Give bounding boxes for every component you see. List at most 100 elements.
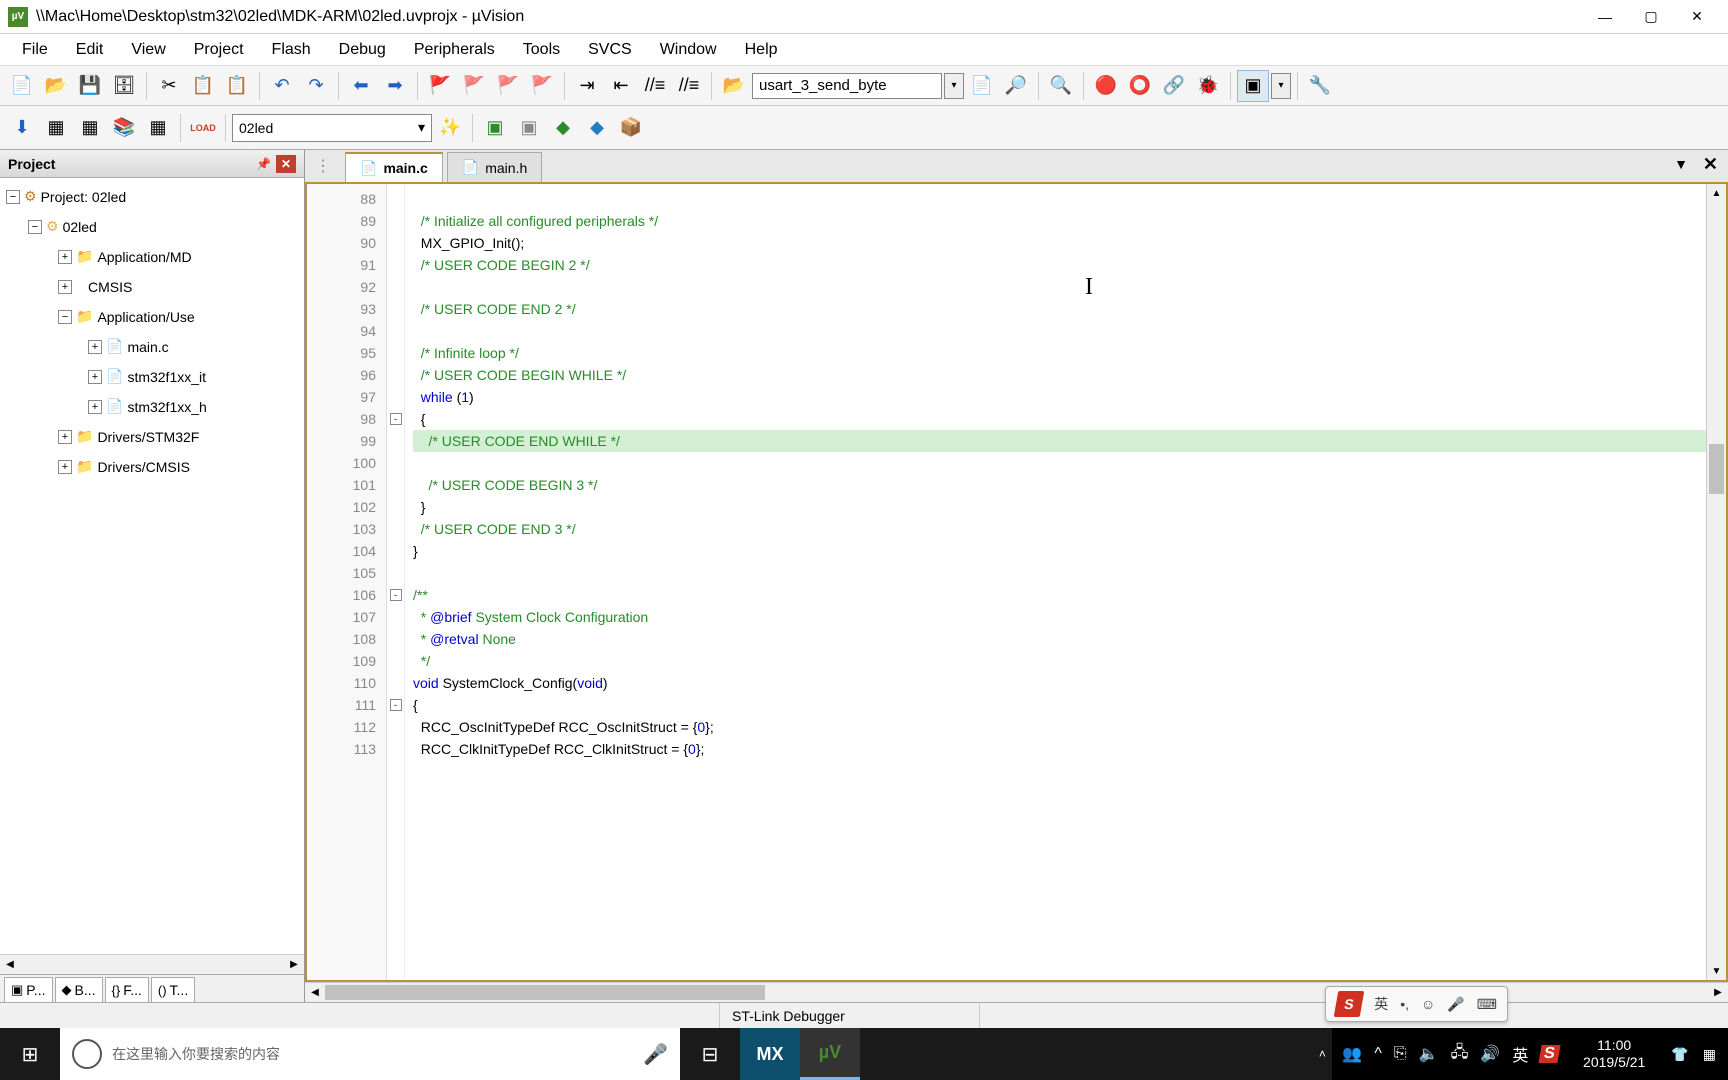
books-button[interactable] [615, 112, 647, 144]
code-editor[interactable]: 8889909192939495969798991001011021031041… [305, 184, 1728, 982]
tree-hscroll[interactable]: ◀ ▶ [0, 954, 304, 974]
breakpoint-disable-button[interactable] [1158, 70, 1190, 102]
start-button[interactable]: ⊞ [0, 1028, 60, 1080]
tray-network-icon[interactable]: 🖧 [1451, 1041, 1469, 1068]
tray-overflow-icon[interactable]: ˄ [1312, 1047, 1332, 1061]
download-button[interactable] [187, 112, 219, 144]
menu-edit[interactable]: Edit [62, 37, 118, 63]
scroll-up-icon[interactable]: ▲ [1707, 184, 1726, 202]
scroll-right-icon[interactable]: ▶ [284, 955, 304, 974]
mic-icon[interactable]: 🎤 [643, 1042, 668, 1067]
open-file-button[interactable] [40, 70, 72, 102]
menu-peripherals[interactable]: Peripherals [400, 37, 509, 63]
find-next-button[interactable]: 📄 [966, 70, 998, 102]
breakpoint-kill-button[interactable] [1192, 70, 1224, 102]
save-all-button[interactable] [108, 70, 140, 102]
menu-flash[interactable]: Flash [258, 37, 325, 63]
tree-file-stm32f1xx_h[interactable]: +📄stm32f1xx_h [0, 392, 304, 422]
indent-button[interactable] [571, 70, 603, 102]
fold-gutter[interactable]: --- [387, 184, 405, 980]
tray-battery-icon[interactable]: 🔈 [1419, 1044, 1439, 1064]
window-layout-button[interactable] [1237, 70, 1269, 102]
system-tray[interactable]: 👥 ^ ⎘ 🔈 🖧 🔊 英 S [1332, 1041, 1569, 1068]
bookmark-next-button[interactable] [492, 70, 524, 102]
cut-button[interactable] [153, 70, 185, 102]
nav-back-button[interactable] [345, 70, 377, 102]
menu-file[interactable]: File [8, 37, 62, 63]
comment-button[interactable]: //≡ [639, 70, 671, 102]
stop-build-button[interactable]: ▦ [142, 112, 174, 144]
tray-chevron-icon[interactable]: ^ [1374, 1045, 1382, 1063]
panel-tab-1[interactable]: ◆B... [55, 977, 103, 1002]
scroll-left-icon[interactable]: ◀ [305, 983, 325, 1002]
breakpoint-insert-button[interactable] [1090, 70, 1122, 102]
ime-lang[interactable]: 英 [1374, 994, 1388, 1014]
task-view-button[interactable]: ⊟ [680, 1042, 740, 1067]
find-dropdown[interactable]: ▾ [944, 73, 964, 99]
ime-punct[interactable]: •, [1400, 996, 1409, 1012]
scroll-left-icon[interactable]: ◀ [0, 955, 20, 974]
undo-button[interactable] [266, 70, 298, 102]
tree-group-2[interactable]: −📁Application/Use [0, 302, 304, 332]
ime-emoji-icon[interactable]: ☺ [1421, 996, 1435, 1012]
find-in-files-button[interactable] [718, 70, 750, 102]
uncomment-button[interactable]: //≡ [673, 70, 705, 102]
project-tree[interactable]: −⚙Project: 02led−⚙02led+📁Application/MD+… [0, 178, 304, 954]
rebuild-button[interactable]: ▦ [74, 112, 106, 144]
tray-ime-lang[interactable]: 英 [1512, 1042, 1528, 1066]
pack-installer-button[interactable] [547, 112, 579, 144]
breakpoint-enable-button[interactable] [1124, 70, 1156, 102]
options-button[interactable] [434, 112, 466, 144]
tree-group-1[interactable]: +CMSIS [0, 272, 304, 302]
tray-sync-icon[interactable]: ⎘ [1394, 1045, 1407, 1063]
tray-people-icon[interactable]: 👥 [1342, 1044, 1362, 1064]
menu-debug[interactable]: Debug [325, 37, 400, 63]
save-button[interactable] [74, 70, 106, 102]
redo-button[interactable] [300, 70, 332, 102]
tree-file-stm32f1xx_it[interactable]: +📄stm32f1xx_it [0, 362, 304, 392]
target-select[interactable]: 02led ▾ [232, 114, 432, 142]
layout-dropdown[interactable]: ▾ [1271, 73, 1291, 99]
minimize-button[interactable]: — [1582, 2, 1628, 32]
side-icon-1[interactable]: 👕 [1671, 1046, 1688, 1063]
ime-mic-icon[interactable]: 🎤 [1447, 996, 1464, 1013]
menu-help[interactable]: Help [731, 37, 792, 63]
taskbar-app-uvision[interactable]: µV [800, 1028, 860, 1080]
ime-keyboard-icon[interactable]: ⌨ [1477, 996, 1497, 1013]
tree-group-4[interactable]: +📁Drivers/CMSIS [0, 452, 304, 482]
tree-group-0[interactable]: +📁Application/MD [0, 242, 304, 272]
menu-window[interactable]: Window [646, 37, 731, 63]
nav-forward-button[interactable] [379, 70, 411, 102]
tree-group-3[interactable]: +📁Drivers/STM32F [0, 422, 304, 452]
panel-tab-3[interactable]: ()T... [151, 977, 195, 1002]
scroll-down-icon[interactable]: ▼ [1707, 962, 1726, 980]
taskbar-app-mx[interactable]: MX [740, 1028, 800, 1080]
pin-icon[interactable]: 📌 [256, 157, 272, 171]
manage-components-button[interactable] [581, 112, 613, 144]
tree-project-root[interactable]: −⚙Project: 02led [0, 182, 304, 212]
horizontal-scrollbar[interactable]: ◀ ▶ [305, 982, 1728, 1002]
menu-project[interactable]: Project [180, 37, 258, 63]
bookmark-prev-button[interactable] [458, 70, 490, 102]
taskbar-search[interactable]: 在这里输入你要搜索的内容 🎤 [60, 1028, 680, 1080]
incremental-find-button[interactable]: 🔎 [1000, 70, 1032, 102]
translate-button[interactable] [6, 112, 38, 144]
tray-volume-icon[interactable]: 🔊 [1480, 1044, 1500, 1064]
outdent-button[interactable] [605, 70, 637, 102]
select-packs-button[interactable]: ▣ [513, 112, 545, 144]
build-button[interactable]: ▦ [40, 112, 72, 144]
scroll-right-icon[interactable]: ▶ [1708, 983, 1728, 1002]
ime-logo-icon[interactable]: S [1334, 991, 1365, 1017]
paste-button[interactable] [221, 70, 253, 102]
tree-target[interactable]: −⚙02led [0, 212, 304, 242]
taskbar-clock[interactable]: 11:00 2019/5/21 [1569, 1037, 1659, 1071]
tree-file-mainc[interactable]: +📄main.c [0, 332, 304, 362]
code-content[interactable]: I /* Initialize all configured periphera… [405, 184, 1706, 980]
editor-tab-main-h[interactable]: 📄main.h [447, 152, 542, 182]
bookmark-clear-button[interactable] [526, 70, 558, 102]
new-file-button[interactable] [6, 70, 38, 102]
panel-tab-2[interactable]: {}F... [105, 977, 149, 1002]
find-input[interactable] [752, 73, 942, 99]
side-icon-2[interactable]: ▦ [1703, 1046, 1716, 1063]
tab-list-dropdown[interactable]: ▼ [1674, 156, 1688, 172]
